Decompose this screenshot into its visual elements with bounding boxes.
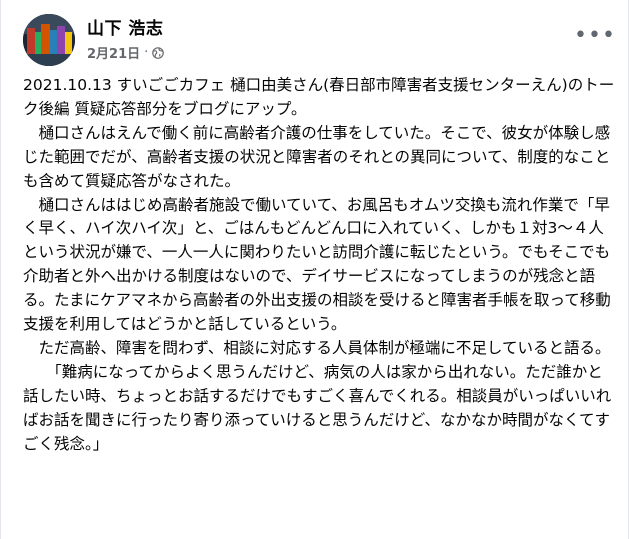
post-header: 山下 浩志 2月21日 · ••• [23,12,616,66]
post-meta: 2月21日 · [87,43,165,62]
globe-icon[interactable] [152,46,165,59]
post-paragraph: 樋口さんははじめ高齢者施設で働いていて、お風呂もオムツ交換も流れ作業で「早く早く… [23,195,611,334]
post-body: 2021.10.13 すいごごカフェ 樋口由美さん(春日部市障害者支援センターえ… [23,74,615,457]
post-paragraph: 「難病になってからよく思うんだけど、病気の人は家から出れない。ただ誰かと話したい… [23,362,612,453]
author-name[interactable]: 山下 浩志 [87,14,163,39]
facebook-post: 山下 浩志 2月21日 · ••• 2021.10.13 すいごごカフェ 樋口由… [0,0,629,539]
avatar-image [23,14,75,66]
post-paragraph: 2021.10.13 すいごごカフェ 樋口由美さん(春日部市障害者支援センターえ… [23,76,615,118]
post-date[interactable]: 2月21日 [87,43,140,62]
post-paragraph: ただ高齢、障害を問わず、相談に対応する人員体制が極端に不足していると語る。 [38,338,611,357]
meta-separator: · [144,45,149,60]
avatar[interactable] [23,14,75,66]
more-options-button[interactable]: ••• [574,22,616,58]
post-paragraph: 樋口さんはえんで働く前に高齢者介護の仕事をしていた。そこで、彼女が体験し感じた範… [23,123,611,190]
more-horizontal-icon: ••• [574,23,616,48]
